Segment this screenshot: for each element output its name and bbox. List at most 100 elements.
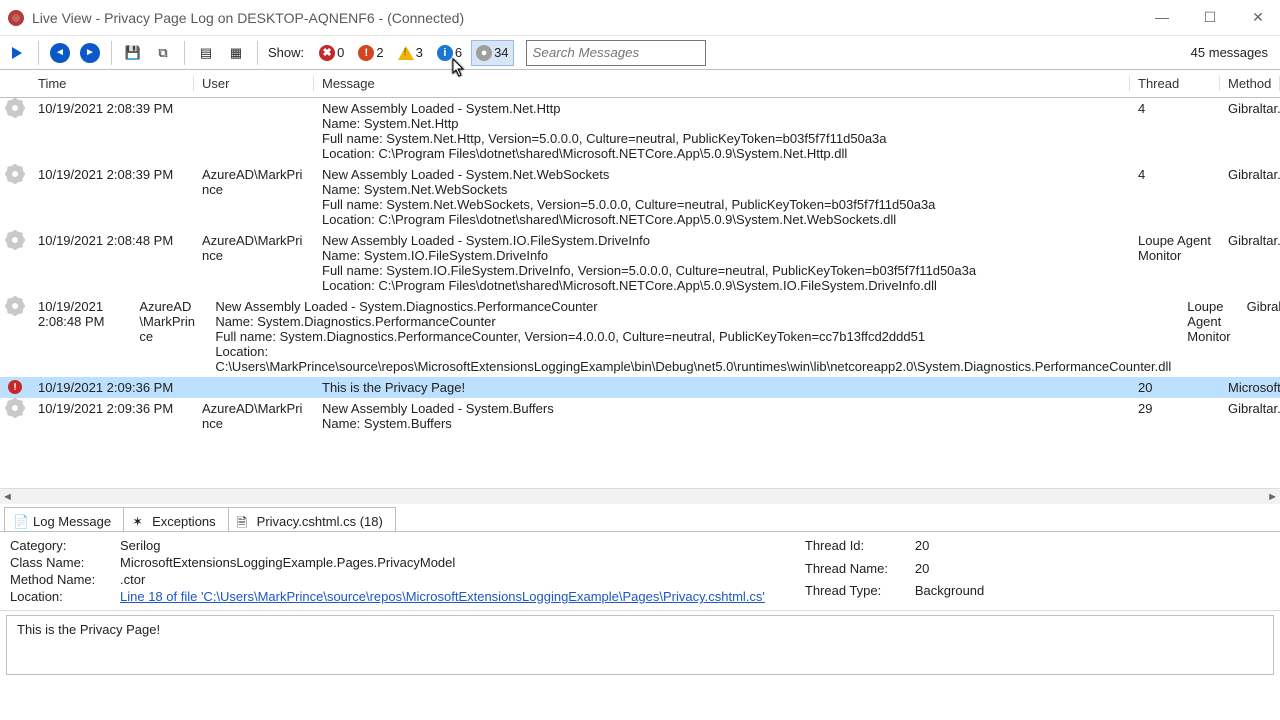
- minimize-button[interactable]: —: [1148, 9, 1176, 26]
- cell-thread: Loupe Agent Monitor: [1130, 232, 1220, 264]
- cell-message: New Assembly Loaded - System.Net.Http Na…: [314, 100, 1130, 162]
- cell-time: 10/19/2021 2:08:48 PM: [30, 232, 194, 249]
- threadty-key: Thread Type:: [805, 583, 905, 604]
- tab-log-message[interactable]: 📄 Log Message: [4, 507, 124, 531]
- filter-info[interactable]: i 6: [432, 40, 467, 66]
- filter-critical[interactable]: ! 2: [353, 40, 388, 66]
- cell-user: [194, 379, 314, 381]
- horizontal-scrollbar[interactable]: ◄ ►: [0, 488, 1280, 504]
- info-icon: i: [437, 45, 453, 61]
- grid-header: Time User Message Thread Method: [0, 70, 1280, 98]
- cell-message: This is the Privacy Page!: [314, 379, 1130, 396]
- method-value: .ctor: [120, 572, 765, 587]
- gear-icon: [0, 100, 30, 116]
- cell-method: Gibraltar.Agent.LogEvent: [1220, 232, 1280, 249]
- cell-user: [194, 100, 314, 102]
- table-row[interactable]: 10/19/2021 2:08:39 PMAzureAD\MarkPrinceN…: [0, 164, 1280, 230]
- message-count: 45 messages: [1191, 45, 1268, 60]
- column-message[interactable]: Message: [314, 76, 1130, 91]
- close-button[interactable]: ✕: [1244, 9, 1272, 26]
- play-button[interactable]: [4, 40, 30, 66]
- table-row[interactable]: !10/19/2021 2:09:36 PMThis is the Privac…: [0, 377, 1280, 398]
- cell-message: New Assembly Loaded - System.Net.WebSock…: [314, 166, 1130, 228]
- cell-method: Gibraltar.Agent.LogEvent: [1220, 100, 1280, 117]
- cell-message: New Assembly Loaded - System.Diagnostics…: [207, 298, 1179, 375]
- exception-icon: ✶: [132, 514, 146, 528]
- view-list-button[interactable]: ▤: [193, 40, 219, 66]
- gear-icon: [0, 400, 30, 416]
- message-body: This is the Privacy Page!: [6, 615, 1274, 675]
- window-title: Live View - Privacy Page Log on DESKTOP-…: [32, 10, 464, 26]
- details-panel: Category: Serilog Class Name: MicrosoftE…: [0, 532, 1280, 611]
- error-icon: ✖: [319, 45, 335, 61]
- cell-message: New Assembly Loaded - System.IO.FileSyst…: [314, 232, 1130, 294]
- table-row[interactable]: 10/19/2021 2:08:48 PMAzureAD\MarkPrinceN…: [0, 230, 1280, 296]
- cell-method: Microsoft: [1220, 379, 1280, 396]
- critical-icon: !: [358, 45, 374, 61]
- threadid-key: Thread Id:: [805, 538, 905, 559]
- column-user[interactable]: User: [194, 76, 314, 91]
- filter-error[interactable]: ✖ 0: [314, 40, 349, 66]
- location-link[interactable]: Line 18 of file 'C:\Users\MarkPrince\sou…: [120, 589, 765, 604]
- detail-tabs: 📄 Log Message ✶ Exceptions 🗎 Privacy.csh…: [0, 504, 1280, 532]
- log-icon: 📄: [13, 514, 27, 528]
- toolbar-separator: [38, 41, 39, 65]
- app-icon: [8, 10, 24, 26]
- table-row[interactable]: 10/19/2021 2:08:48 PMAzureAD\MarkPrinceN…: [0, 296, 1280, 377]
- threadnm-value: 20: [915, 561, 984, 582]
- tab-file-label: Privacy.cshtml.cs (18): [257, 514, 383, 529]
- nav-forward-button[interactable]: ►: [77, 40, 103, 66]
- nav-back-button[interactable]: ◄: [47, 40, 73, 66]
- toolbar: ◄ ► 💾 ⧉ ▤ ▦ Show: ✖ 0 ! 2 3 i 6 ● 34 45 …: [0, 36, 1280, 70]
- maximize-button[interactable]: ☐: [1196, 9, 1224, 26]
- cell-time: 10/19/2021 2:09:36 PM: [30, 379, 194, 396]
- copy-button[interactable]: ⧉: [150, 40, 176, 66]
- cell-thread: 29: [1130, 400, 1220, 417]
- cell-message: New Assembly Loaded - System.Buffers Nam…: [314, 400, 1130, 432]
- location-key: Location:: [10, 589, 110, 604]
- arrow-left-icon: ◄: [50, 43, 70, 63]
- debug-icon: ●: [476, 45, 492, 61]
- cell-time: 10/19/2021 2:09:36 PM: [30, 400, 194, 417]
- cell-method: Gibraltar.Agent.LogEvent: [1220, 400, 1280, 417]
- filter-warning[interactable]: 3: [393, 40, 428, 66]
- cell-method: Gibraltar.Agent.LogEvent: [1220, 166, 1280, 183]
- scroll-right-icon[interactable]: ►: [1267, 491, 1278, 503]
- threadnm-key: Thread Name:: [805, 561, 905, 582]
- column-time[interactable]: Time: [30, 76, 194, 91]
- warning-icon: [398, 46, 414, 60]
- gear-icon: [0, 166, 30, 182]
- class-key: Class Name:: [10, 555, 110, 570]
- cell-user: AzureAD\MarkPrince: [194, 400, 314, 432]
- table-row[interactable]: 10/19/2021 2:09:36 PMAzureAD\MarkPrinceN…: [0, 398, 1280, 434]
- tab-source-file[interactable]: 🗎 Privacy.cshtml.cs (18): [228, 507, 396, 531]
- file-icon: 🗎: [237, 514, 251, 528]
- filter-debug[interactable]: ● 34: [471, 40, 513, 66]
- cell-method: Gibraltar.Agent.LogEvent: [1239, 298, 1280, 315]
- filter-warning-count: 3: [416, 45, 423, 60]
- scroll-left-icon[interactable]: ◄: [2, 491, 13, 503]
- cell-thread: 20: [1130, 379, 1220, 396]
- column-method[interactable]: Method: [1220, 76, 1280, 91]
- tab-exc-label: Exceptions: [152, 514, 216, 529]
- method-key: Method Name:: [10, 572, 110, 587]
- cell-user: AzureAD\MarkPrince: [194, 166, 314, 198]
- view-detail-button[interactable]: ▦: [223, 40, 249, 66]
- save-button[interactable]: 💾: [120, 40, 146, 66]
- cell-thread: 4: [1130, 100, 1220, 117]
- title-bar: Live View - Privacy Page Log on DESKTOP-…: [0, 0, 1280, 36]
- search-input[interactable]: [526, 40, 706, 66]
- column-thread[interactable]: Thread: [1130, 76, 1220, 91]
- threadid-value: 20: [915, 538, 984, 559]
- table-row[interactable]: 10/19/2021 2:08:39 PMNew Assembly Loaded…: [0, 98, 1280, 164]
- show-label: Show:: [268, 45, 304, 60]
- filter-debug-count: 34: [494, 45, 508, 60]
- details-right: Thread Id: 20 Thread Name: 20 Thread Typ…: [805, 538, 984, 604]
- class-value: MicrosoftExtensionsLoggingExample.Pages.…: [120, 555, 765, 570]
- grid-body[interactable]: 10/19/2021 2:08:39 PM New Assembly Loaded…: [0, 98, 1280, 488]
- filter-critical-count: 2: [376, 45, 383, 60]
- cell-time: 10/19/2021 2:08:39 PM: [30, 166, 194, 183]
- toolbar-separator: [111, 41, 112, 65]
- filter-info-count: 6: [455, 45, 462, 60]
- tab-exceptions[interactable]: ✶ Exceptions: [123, 507, 229, 531]
